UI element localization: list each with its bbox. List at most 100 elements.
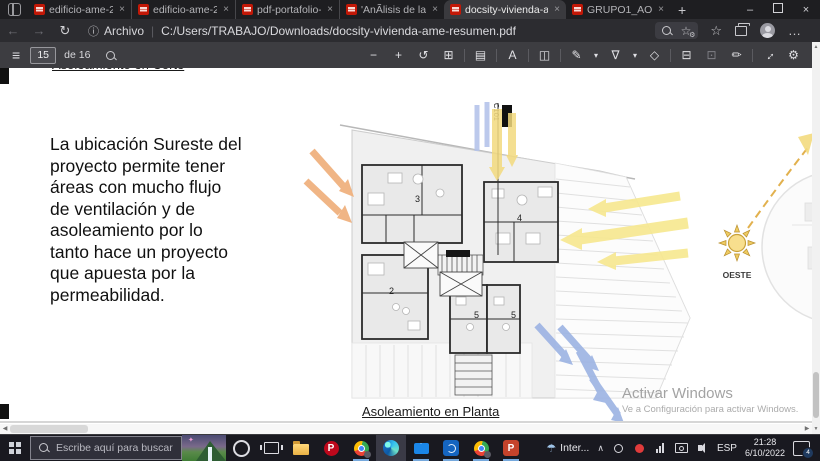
file-explorer-button[interactable] (286, 435, 316, 461)
back-button[interactable]: ← (0, 23, 26, 38)
highlight-button[interactable]: ∇ (603, 48, 628, 62)
tab-layout-icon[interactable] (8, 3, 21, 16)
print-button[interactable]: ⊟ (674, 48, 699, 62)
tray-app-icon[interactable] (612, 442, 625, 455)
circle-icon (613, 443, 623, 453)
refresh-button[interactable]: ↻ (52, 23, 78, 39)
toolbar-divider (752, 48, 753, 62)
save-as-button[interactable]: ✏ (724, 48, 749, 62)
table-of-contents-icon[interactable]: ≡ (12, 47, 20, 63)
chrome-button-2[interactable] (466, 435, 496, 461)
powerpoint-button[interactable]: P (496, 435, 526, 461)
find-in-document-icon[interactable] (106, 50, 116, 60)
zoom-out-button[interactable]: − (361, 48, 386, 62)
cortana-button[interactable] (226, 435, 256, 461)
network-icon[interactable] (654, 442, 667, 455)
start-button[interactable] (0, 435, 30, 461)
vertical-scrollbar[interactable]: ▲ ▼ (812, 42, 820, 434)
toolbar-divider (496, 48, 497, 62)
browser-tab-active[interactable]: docsity-vivienda-ame × (444, 0, 566, 19)
new-tab-button[interactable]: + (678, 2, 686, 18)
browser-tab-6[interactable]: GRUPO1_AOA.pdf × (566, 0, 670, 19)
two-page-view-button[interactable]: ◫ (532, 48, 557, 62)
url-text[interactable]: C:/Users/TRABAJO/Downloads/docsity-vivie… (161, 24, 516, 38)
news-interest-widget[interactable]: ✦ (182, 435, 226, 461)
highlight-dropdown-icon[interactable]: ▾ (628, 51, 642, 60)
fullscreen-button[interactable]: ↔ (756, 46, 781, 64)
zoom-in-button[interactable]: + (386, 48, 411, 62)
hidden-icons-chevron[interactable]: ∧ (597, 443, 604, 454)
toolbar-divider (528, 48, 529, 62)
pdf-page: Asoleamiento en Corte La ubicación Sures… (0, 42, 812, 424)
minimize-button[interactable]: – (736, 4, 764, 16)
favorite-settings-icon[interactable]: ☆ ⚙ (681, 24, 696, 39)
horizontal-scroll-thumb[interactable] (10, 425, 88, 433)
tab-close-icon[interactable]: × (325, 4, 333, 15)
pdf-favicon (450, 4, 461, 15)
scroll-left-icon[interactable]: ◀ (0, 425, 10, 432)
unit-label-2: 2 (389, 286, 394, 296)
chrome-button[interactable] (346, 435, 376, 461)
language-indicator[interactable]: ESP (717, 443, 737, 454)
clock[interactable]: 21:28 6/10/2022 (745, 437, 785, 459)
toolbar-divider (670, 48, 671, 62)
toolbar-divider (464, 48, 465, 62)
draw-button[interactable]: ✎ (564, 48, 589, 62)
zoom-controls-box: ☆ ⚙ (654, 22, 699, 39)
pdf-favicon (572, 4, 583, 15)
taskbar-search[interactable] (30, 436, 182, 460)
tab-close-icon[interactable]: × (430, 4, 438, 15)
task-view-button[interactable] (256, 435, 286, 461)
forward-button[interactable]: → (26, 23, 52, 38)
browser-tab-4[interactable]: 'AnÃlisis de la Vivien × (340, 0, 444, 19)
camera-icon[interactable] (674, 442, 688, 455)
browser-tab-2[interactable]: edificio-ame-247_com × (132, 0, 236, 19)
collections-icon[interactable] (735, 22, 750, 36)
blue-app-button[interactable] (436, 435, 466, 461)
favorites-icon[interactable]: ☆ (710, 23, 722, 39)
close-button[interactable]: × (792, 4, 820, 16)
vertical-scroll-thumb[interactable] (813, 372, 819, 418)
fit-page-button[interactable]: ⊞ (436, 48, 461, 62)
pinterest-button[interactable]: P (316, 435, 346, 461)
page-count-label: de 16 (64, 49, 91, 61)
time-label: 21:28 (753, 437, 777, 447)
tab-close-icon[interactable]: × (552, 4, 560, 15)
powerpoint-icon: P (503, 440, 519, 456)
page-corner-block (0, 404, 9, 419)
weather-status[interactable]: ☂ Inter... (546, 442, 589, 455)
erase-button[interactable]: ◇ (642, 48, 667, 62)
horizontal-scrollbar[interactable]: ◀ ▶ (0, 424, 812, 434)
draw-dropdown-icon[interactable]: ▾ (589, 51, 603, 60)
pdf-settings-button[interactable]: ⚙ (781, 48, 806, 62)
zoom-icon[interactable] (661, 26, 671, 35)
mail-button[interactable] (406, 435, 436, 461)
search-input[interactable] (54, 441, 178, 455)
rotate-button[interactable]: ↺ (411, 48, 436, 62)
tab-close-icon[interactable]: × (656, 4, 664, 15)
cortana-icon (232, 439, 250, 457)
save-button[interactable]: ⊡ (699, 48, 724, 62)
action-center-icon[interactable]: 4 (793, 440, 814, 459)
profile-avatar[interactable] (760, 23, 775, 38)
scroll-right-icon[interactable]: ▶ (802, 425, 812, 432)
edge-button[interactable] (376, 435, 406, 461)
file-info-icon[interactable]: ⓘ (88, 23, 99, 39)
tab-close-icon[interactable]: × (221, 4, 229, 15)
page-number-input[interactable] (30, 46, 57, 64)
page-view-button[interactable]: ▤ (468, 48, 493, 62)
browser-action-icons: ☆ … (710, 22, 810, 39)
mini-gear-icon: ⚙ (689, 31, 696, 39)
tab-close-icon[interactable]: × (117, 4, 125, 15)
volume-icon[interactable] (696, 442, 709, 455)
maximize-button[interactable] (764, 3, 792, 16)
mail-icon (413, 442, 429, 454)
browser-tab-1[interactable]: edificio-ame-247_com × (28, 0, 132, 19)
browser-tab-3[interactable]: pdf-portafolio-desarr × (236, 0, 340, 19)
pdf-favicon (138, 4, 149, 15)
scroll-up-icon[interactable]: ▲ (812, 44, 820, 50)
more-menu-icon[interactable]: … (788, 23, 802, 38)
read-aloud-button[interactable]: A (500, 48, 525, 62)
tray-alert-icon[interactable] (633, 442, 646, 455)
scroll-down-icon[interactable]: ▼ (812, 426, 820, 432)
